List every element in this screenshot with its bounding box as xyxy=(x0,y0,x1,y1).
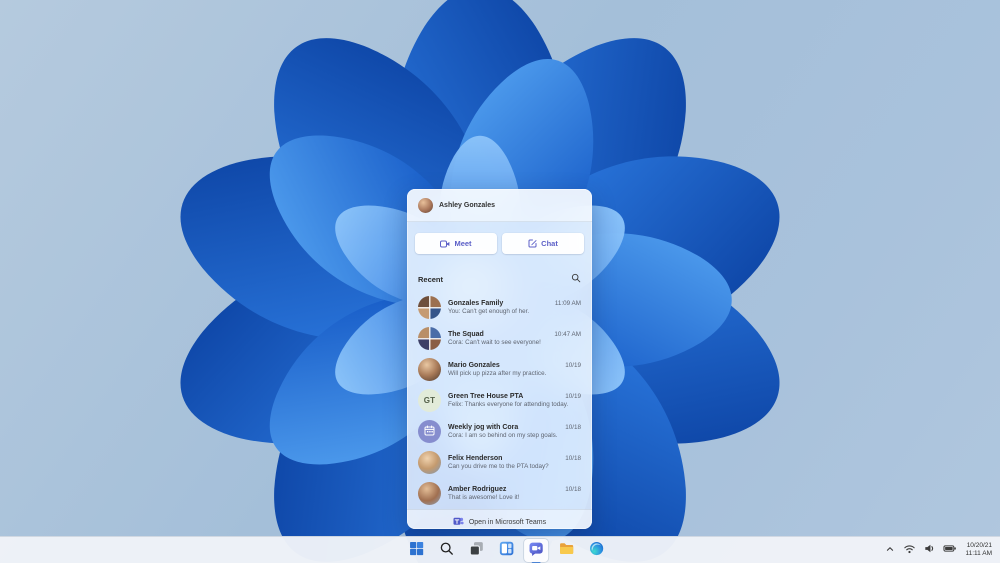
start-button[interactable] xyxy=(404,539,428,562)
chat-preview: That is awesome! Love it! xyxy=(448,494,520,502)
battery-icon xyxy=(942,542,957,558)
search-icon xyxy=(439,541,454,559)
teams-chat-taskbar-button[interactable] xyxy=(524,538,549,562)
widgets-icon xyxy=(499,541,514,559)
chat-time: 11:09 AM xyxy=(554,299,581,307)
avatar xyxy=(418,296,441,319)
avatar xyxy=(418,327,441,350)
video-camera-icon xyxy=(440,240,450,248)
avatar-initials: GT xyxy=(418,389,441,412)
teams-chat-icon xyxy=(528,541,544,560)
chat-name: Amber Rodriguez xyxy=(448,485,507,493)
avatar xyxy=(418,358,441,381)
volume-icon xyxy=(923,542,936,558)
chat-row-gonzales-family[interactable]: Gonzales Family 11:09 AM You: Can't get … xyxy=(407,292,592,323)
chat-button-label: Chat xyxy=(541,239,558,248)
network-button[interactable] xyxy=(901,540,918,560)
chat-time: 10/18 xyxy=(565,485,581,493)
calendar-icon xyxy=(424,423,435,441)
chat-name: The Squad xyxy=(448,330,484,338)
search-icon[interactable] xyxy=(571,270,581,288)
chat-name: Gonzales Family xyxy=(448,299,504,307)
edge-browser-button[interactable] xyxy=(584,539,608,562)
chevron-up-icon xyxy=(884,543,896,558)
chat-row-the-squad[interactable]: The Squad 10:47 AM Cora: Can't wait to s… xyxy=(407,323,592,354)
tray-date: 10/20/21 xyxy=(966,542,992,549)
avatar xyxy=(418,482,441,505)
chat-time: 10:47 AM xyxy=(554,330,581,338)
avatar xyxy=(418,451,441,474)
meet-button[interactable]: Meet xyxy=(415,233,497,254)
user-name: Ashley Gonzales xyxy=(439,201,496,209)
chat-row-amber-rodriguez[interactable]: Amber Rodriguez 10/18 That is awesome! L… xyxy=(407,478,592,509)
task-view-button[interactable] xyxy=(464,539,488,562)
edge-browser-icon xyxy=(589,541,604,559)
teams-chat-flyout: Ashley Gonzales Meet Chat Recent Gonzale… xyxy=(407,189,592,529)
chat-name: Green Tree House PTA xyxy=(448,392,524,400)
file-explorer-button[interactable] xyxy=(554,539,578,562)
meet-button-label: Meet xyxy=(454,239,472,248)
avatar xyxy=(418,420,441,443)
chat-preview: Cora: I am so behind on my step goals. xyxy=(448,432,558,440)
user-avatar xyxy=(418,197,433,213)
folder-icon xyxy=(559,541,574,559)
windows-start-icon xyxy=(409,541,424,559)
taskbar-search-button[interactable] xyxy=(434,539,458,562)
chat-time: 10/18 xyxy=(565,454,581,462)
chat-preview: Felix: Thanks everyone for attending tod… xyxy=(448,401,569,409)
teams-user-header[interactable]: Ashley Gonzales xyxy=(407,189,592,222)
chat-row-felix-henderson[interactable]: Felix Henderson 10/18 Can you drive me t… xyxy=(407,447,592,478)
teams-action-row: Meet Chat xyxy=(407,222,592,262)
chat-time: 10/19 xyxy=(565,361,581,369)
task-view-icon xyxy=(469,541,484,559)
battery-button[interactable] xyxy=(941,540,959,560)
desktop: Ashley Gonzales Meet Chat Recent Gonzale… xyxy=(0,0,1000,563)
chat-row-green-tree-house-pta[interactable]: GT Green Tree House PTA 10/19 Felix: Tha… xyxy=(407,385,592,416)
chat-preview: Can you drive me to the PTA today? xyxy=(448,463,549,471)
recent-chat-list: Gonzales Family 11:09 AM You: Can't get … xyxy=(407,292,592,509)
chat-preview: Will pick up pizza after my practice. xyxy=(448,370,547,378)
chat-name: Mario Gonzales xyxy=(448,361,500,369)
chat-time: 10/18 xyxy=(565,423,581,431)
taskbar: 10/20/21 11:11 AM xyxy=(0,536,1000,563)
chat-preview: Cora: Can't wait to see everyone! xyxy=(448,339,541,347)
chat-name: Felix Henderson xyxy=(448,454,503,462)
wifi-icon xyxy=(903,542,916,558)
teams-logo-icon xyxy=(453,514,464,530)
clock[interactable]: 10/20/21 11:11 AM xyxy=(962,542,997,558)
hidden-icons-button[interactable] xyxy=(882,541,898,560)
system-tray: 10/20/21 11:11 AM xyxy=(882,537,997,563)
chat-row-mario-gonzales[interactable]: Mario Gonzales 10/19 Will pick up pizza … xyxy=(407,354,592,385)
chat-name: Weekly jog with Cora xyxy=(448,423,519,431)
chat-button[interactable]: Chat xyxy=(502,233,584,254)
compose-icon xyxy=(528,239,537,248)
recent-header: Recent xyxy=(407,262,592,292)
chat-time: 10/19 xyxy=(565,392,581,400)
chat-row-weekly-jog[interactable]: Weekly jog with Cora 10/18 Cora: I am so… xyxy=(407,416,592,447)
chat-preview: You: Can't get enough of her. xyxy=(448,308,530,316)
widgets-button[interactable] xyxy=(494,539,518,562)
open-in-teams-label: Open in Microsoft Teams xyxy=(468,519,547,526)
taskbar-app-icons xyxy=(404,537,608,563)
open-in-teams-button[interactable]: Open in Microsoft Teams xyxy=(407,509,592,529)
tray-time: 11:11 AM xyxy=(965,550,993,557)
volume-button[interactable] xyxy=(921,540,938,560)
recent-label: Recent xyxy=(418,274,444,284)
